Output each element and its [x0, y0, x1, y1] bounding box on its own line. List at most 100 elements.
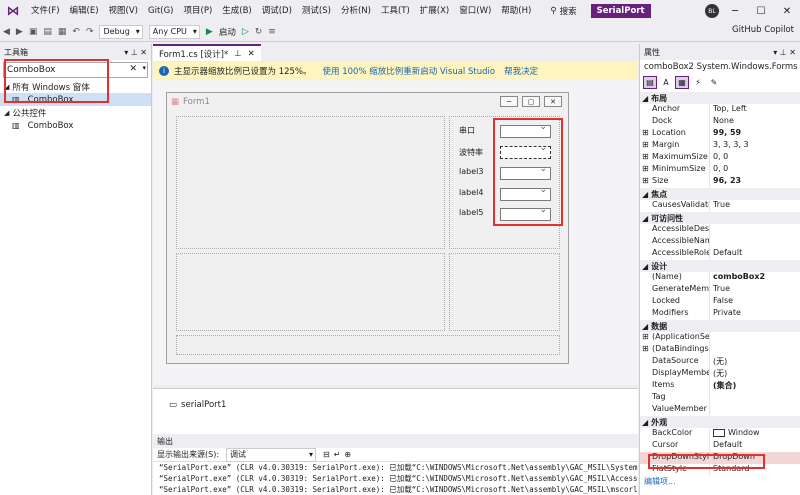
menu-git[interactable]: Git(G)	[143, 0, 179, 22]
menu-project[interactable]: 项目(P)	[179, 0, 218, 22]
panel-bottom[interactable]	[176, 335, 560, 355]
menu-edit[interactable]: 编辑(E)	[65, 0, 104, 22]
redo-icon[interactable]: ↷	[83, 27, 97, 37]
menu-tools[interactable]: 工具(T)	[376, 0, 415, 22]
format-icon[interactable]: ≡	[265, 27, 279, 37]
category-focus[interactable]: ◢ 焦点	[640, 188, 800, 200]
prop-application-settings[interactable]: ⊞(ApplicationSetti	[640, 332, 800, 344]
output-clear-icon[interactable]: ⊟	[323, 450, 330, 459]
expand-icon[interactable]: ⊞	[642, 152, 649, 161]
properties-pin-icon[interactable]: ▾ ⊥ ✕	[773, 48, 796, 57]
label5[interactable]: label5	[459, 208, 483, 217]
dropdown-icon[interactable]: ▾	[142, 64, 146, 72]
prop-location[interactable]: ⊞ Location 99, 59	[640, 128, 800, 140]
forward-icon[interactable]: ▶	[13, 27, 26, 37]
panel-top-left[interactable]	[176, 116, 445, 249]
menu-extensions[interactable]: 扩展(X)	[415, 0, 454, 22]
prop-name[interactable]: (Name) comboBox2	[640, 272, 800, 284]
tab-close-icon[interactable]: ✕	[248, 49, 255, 59]
start-button[interactable]: 启动	[216, 26, 239, 38]
prop-accessible-name[interactable]: AccessibleName	[640, 236, 800, 248]
config-select[interactable]: Debug	[99, 24, 143, 39]
output-wrap-icon[interactable]: ↵	[334, 450, 341, 459]
prop-value-member[interactable]: ValueMember	[640, 404, 800, 416]
expand-icon[interactable]: ⊞	[642, 164, 649, 173]
expand-icon[interactable]: ⊞	[642, 176, 649, 185]
maximize-icon[interactable]: ☐	[748, 0, 774, 22]
expand-icon[interactable]: ⊞	[642, 344, 649, 353]
prop-margin[interactable]: ⊞ Margin 3, 3, 3, 3	[640, 140, 800, 152]
copilot-button[interactable]: GitHub Copilot	[732, 25, 794, 35]
prop-minsize[interactable]: ⊞ MinimumSize 0, 0	[640, 164, 800, 176]
properties-icon[interactable]: ▦	[675, 75, 689, 89]
menu-test[interactable]: 测试(S)	[297, 0, 336, 22]
label3[interactable]: label3	[459, 167, 483, 176]
prop-accessible-description[interactable]: AccessibleDescri	[640, 224, 800, 236]
expand-icon[interactable]: ⊞	[642, 140, 649, 149]
prop-generate-member[interactable]: GenerateMembeTrue	[640, 284, 800, 296]
prop-anchor[interactable]: Anchor Top, Left	[640, 104, 800, 116]
prop-maxsize[interactable]: ⊞ MaximumSize 0, 0	[640, 152, 800, 164]
minimize-icon[interactable]: ─	[722, 0, 748, 22]
prop-causes-validation[interactable]: CausesValidationTrue	[640, 200, 800, 212]
tab-form1-designer[interactable]: Form1.cs [设计]* ⊥ ✕	[153, 44, 261, 61]
edit-items-link[interactable]: 编辑项...	[640, 476, 800, 487]
clear-icon[interactable]: ✕	[129, 64, 137, 74]
visual-studio-logo-icon[interactable]: ⋈	[0, 0, 26, 22]
prop-dock[interactable]: Dock None	[640, 116, 800, 128]
panel-mid-left[interactable]	[176, 253, 445, 331]
save-icon[interactable]: ▤	[40, 27, 55, 37]
menu-debug[interactable]: 调试(D)	[257, 0, 297, 22]
prop-accessible-role[interactable]: AccessibleRole Default	[640, 248, 800, 260]
prop-data-bindings[interactable]: ⊞ (DataBindings)	[640, 344, 800, 356]
prop-locked[interactable]: Locked False	[640, 296, 800, 308]
menu-build[interactable]: 生成(B)	[217, 0, 256, 22]
prop-data-source[interactable]: DataSource (无)	[640, 356, 800, 368]
prop-size[interactable]: ⊞ Size 96, 23	[640, 176, 800, 188]
back-icon[interactable]: ◀	[0, 27, 13, 37]
expand-icon[interactable]: ⊞	[642, 128, 649, 137]
prop-tag[interactable]: Tag	[640, 392, 800, 404]
menu-help[interactable]: 帮助(H)	[496, 0, 536, 22]
start-without-debug-icon[interactable]: ▷	[239, 27, 252, 37]
avatar[interactable]: BL	[705, 4, 719, 18]
toolbox-group-common[interactable]: ◢ 公共控件	[0, 106, 151, 119]
panel-mid-right[interactable]	[449, 253, 560, 331]
prop-items[interactable]: Items (集合)	[640, 380, 800, 392]
category-appearance[interactable]: ◢ 外观	[640, 416, 800, 428]
category-data[interactable]: ◢ 数据	[640, 320, 800, 332]
menu-file[interactable]: 文件(F)	[26, 0, 65, 22]
label-port[interactable]: 串口	[459, 125, 475, 136]
events-icon[interactable]: ⚡	[691, 76, 705, 89]
category-design[interactable]: ◢ 设计	[640, 260, 800, 272]
tray-item-serialport[interactable]: ▭ serialPort1	[169, 400, 226, 410]
menu-view[interactable]: 视图(V)	[104, 0, 143, 22]
prop-modifiers[interactable]: Modifiers Private	[640, 308, 800, 320]
hot-reload-icon[interactable]: ↻	[252, 27, 266, 37]
output-filter-icon[interactable]: ⊕	[344, 450, 351, 459]
prop-back-color[interactable]: BackColor Window	[640, 428, 800, 440]
menu-window[interactable]: 窗口(W)	[454, 0, 496, 22]
start-icon[interactable]: ▶	[203, 27, 216, 37]
close-icon[interactable]: ✕	[774, 0, 800, 22]
property-object-selector[interactable]: comboBox2 System.Windows.Forms	[640, 60, 800, 74]
category-accessibility[interactable]: ◢ 可访问性	[640, 212, 800, 224]
menu-analyze[interactable]: 分析(N)	[336, 0, 376, 22]
tab-pin-icon[interactable]: ⊥	[234, 49, 241, 59]
platform-select[interactable]: Any CPU	[148, 24, 200, 39]
toolbox-item-combobox[interactable]: ▥ ComboBox	[0, 119, 151, 132]
property-pages-icon[interactable]: ✎	[707, 76, 721, 89]
prop-display-member[interactable]: DisplayMember (无)	[640, 368, 800, 380]
search-box[interactable]: ⚲ 搜索	[550, 5, 576, 17]
categorized-icon[interactable]: ▤	[643, 75, 657, 89]
prop-cursor[interactable]: Cursor Default	[640, 440, 800, 452]
toolbox-pin-icon[interactable]: ▾ ⊥ ✕	[124, 48, 147, 57]
output-source-select[interactable]: 调试	[226, 447, 317, 462]
label-baud[interactable]: 波特率	[459, 147, 483, 158]
category-layout[interactable]: ◢ 布局	[640, 92, 800, 104]
restart-link[interactable]: 使用 100% 缩放比例重新启动 Visual Studio	[323, 65, 496, 77]
label4[interactable]: label4	[459, 188, 483, 197]
undo-icon[interactable]: ↶	[69, 27, 83, 37]
save-all-icon[interactable]: ▦	[55, 27, 70, 37]
help-decide-link[interactable]: 帮我决定	[504, 65, 538, 77]
